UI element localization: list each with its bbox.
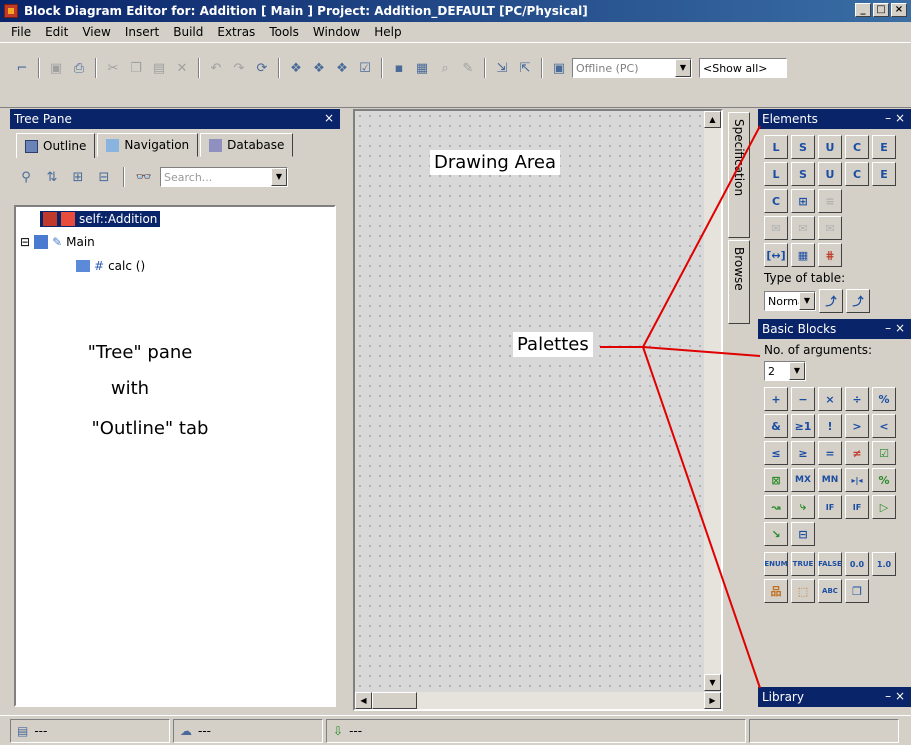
- annotation-lines: [600, 125, 761, 689]
- annotation-line-elements: [642, 125, 761, 348]
- annotation-line-library: [642, 346, 761, 689]
- annotation-line-basic-blocks: [642, 346, 761, 357]
